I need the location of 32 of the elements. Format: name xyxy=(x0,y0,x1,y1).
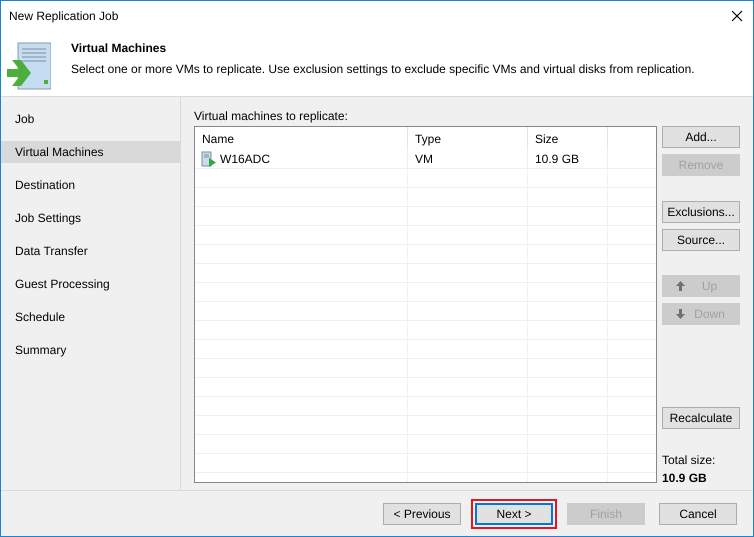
wizard-step[interactable]: Schedule xyxy=(1,306,180,328)
close-icon[interactable] xyxy=(731,10,743,22)
wizard-button[interactable]: Cancel xyxy=(659,502,737,524)
side-button[interactable]: Source... xyxy=(662,229,740,251)
wizard-step[interactable]: Job xyxy=(1,108,180,130)
arrow-up-icon xyxy=(676,281,684,291)
vm-icon xyxy=(201,151,217,167)
wizard-step[interactable]: Data Transfer xyxy=(1,240,180,262)
server-arrow-icon xyxy=(7,42,51,90)
window-title: New Replication Job xyxy=(9,8,118,25)
side-button[interactable]: Recalculate xyxy=(662,407,740,429)
side-button[interactable]: Add... xyxy=(662,126,740,148)
table-cell-text: 10.9 GB xyxy=(535,151,580,168)
wizard-step[interactable]: Guest Processing xyxy=(1,273,180,295)
column-header[interactable]: Size xyxy=(528,127,608,150)
table-cell-text: W16ADC xyxy=(220,151,270,168)
table-label: Virtual machines to replicate: xyxy=(194,108,349,125)
total-size-label: Total size: xyxy=(662,452,716,469)
wizard-button[interactable]: < Previous xyxy=(383,502,461,524)
wizard-step[interactable]: Job Settings xyxy=(1,207,180,229)
wizard-step[interactable]: Virtual Machines xyxy=(1,141,180,163)
total-size-value: 10.9 GB xyxy=(662,470,708,487)
column-header[interactable]: Type xyxy=(408,127,528,150)
page-title: Virtual Machines xyxy=(71,40,168,57)
wizard-button[interactable]: Next > xyxy=(475,502,553,524)
wizard-step[interactable]: Destination xyxy=(1,174,180,196)
column-header[interactable]: Name xyxy=(195,127,408,150)
arrow-down-icon xyxy=(676,309,684,319)
wizard-step[interactable]: Summary xyxy=(1,339,180,361)
side-button[interactable]: Exclusions... xyxy=(662,201,740,223)
table-cell-text: VM xyxy=(415,151,433,168)
page-description: Select one or more VMs to replicate. Use exclusion settings to exclude specific VMs and virtual disks from replication. xyxy=(71,61,695,78)
